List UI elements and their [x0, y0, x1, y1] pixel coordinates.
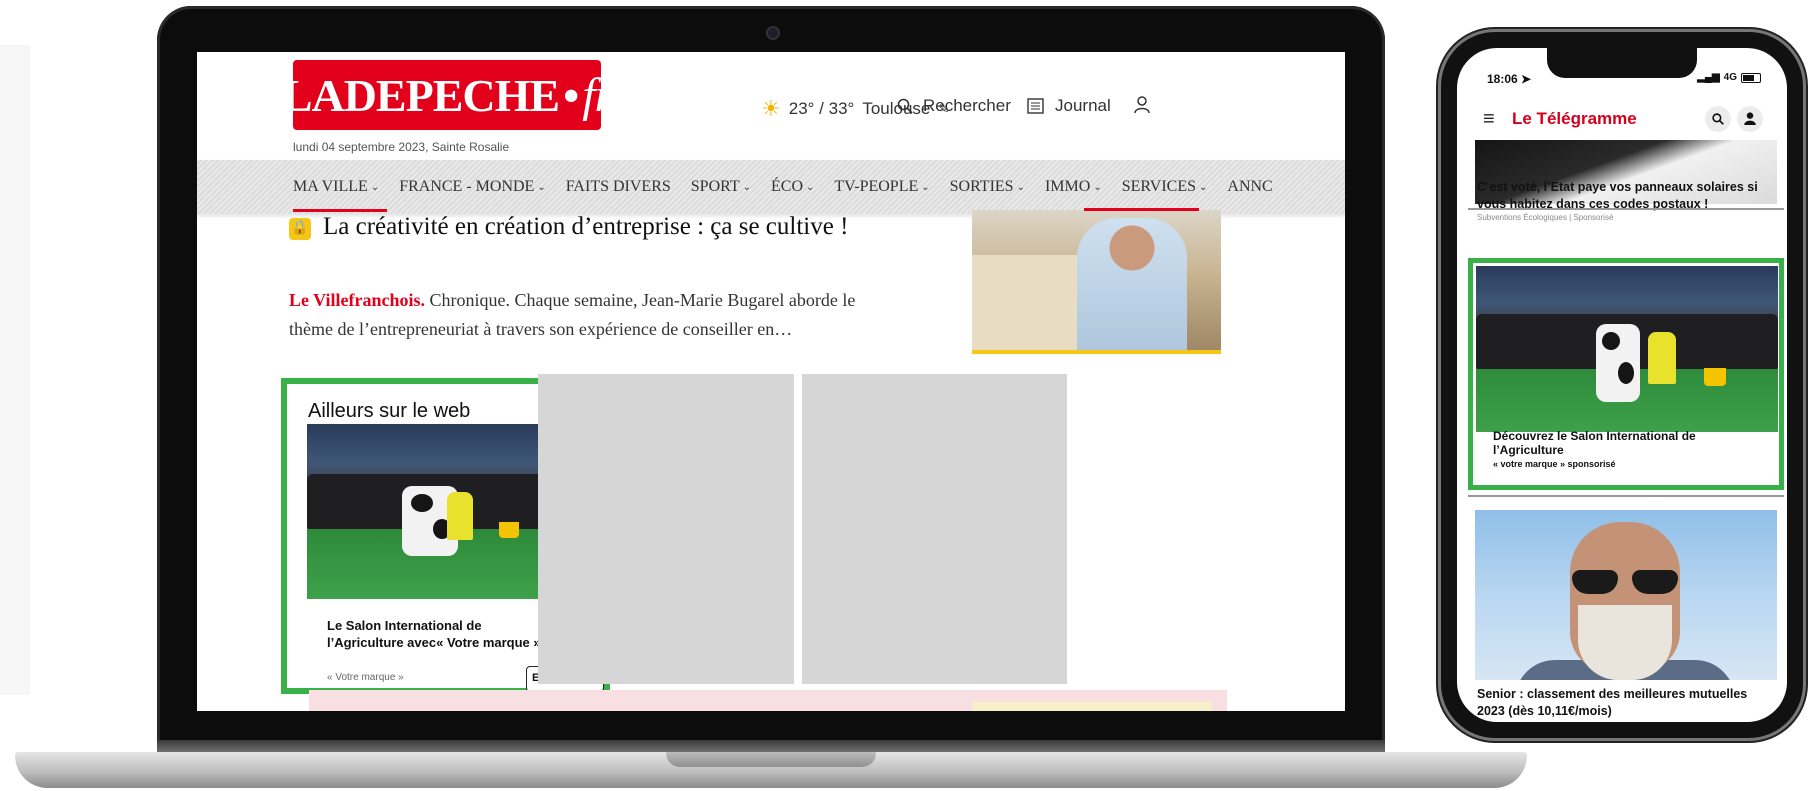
nav-item-sport[interactable]: SPORT ⌄	[691, 178, 751, 196]
article-excerpt: Le Villefranchois. Chronique. Chaque sem…	[289, 286, 859, 344]
handler-figure	[1648, 332, 1676, 384]
banner-strip-accent	[972, 702, 1212, 711]
handler-figure	[447, 492, 473, 540]
search-icon[interactable]	[1705, 106, 1731, 132]
sponsored-ad-card[interactable]: Découvrez le Salon International de l’Ag…	[1468, 258, 1784, 490]
phone-notch	[1547, 48, 1697, 78]
search-label: Rechercher	[923, 96, 1011, 115]
laptop-screen: LADEPECHE • fr lundi 04 septembre 2023, …	[197, 52, 1345, 711]
photo-person	[1077, 218, 1187, 350]
cow-spot	[1618, 362, 1634, 384]
article-title[interactable]: 🔒 La créativité en création d’entreprise …	[289, 210, 889, 244]
laptop-camera	[766, 26, 780, 40]
photo-building	[972, 255, 1082, 350]
nav-item-sorties[interactable]: SORTIES ⌄	[950, 178, 1025, 196]
sun-icon: ☀	[761, 96, 781, 121]
chevron-down-icon: ⌄	[1016, 181, 1025, 193]
newspaper-icon	[1027, 98, 1044, 114]
chevron-down-icon: ⌄	[370, 181, 380, 193]
nav-label: TV-PEOPLE	[834, 178, 919, 195]
ad-title[interactable]: Découvrez le Salon International de l’Ag…	[1493, 429, 1753, 457]
divider	[1468, 208, 1784, 210]
bucket-shape	[1704, 368, 1726, 386]
user-icon	[1134, 96, 1150, 114]
nav-item-immo[interactable]: IMMO ⌄	[1045, 178, 1102, 196]
network-label: 4G	[1723, 72, 1737, 83]
article-source[interactable]: Le Villefranchois.	[289, 290, 425, 310]
article-image-senior[interactable]	[1475, 510, 1777, 680]
cow-spot	[1602, 332, 1620, 350]
nav-item-faits-divers[interactable]: FAITS DIVERS	[566, 178, 671, 196]
logo-suffix: fr	[582, 68, 613, 122]
article-sub: Subventions Écologiques | Sponsorisé	[1477, 213, 1614, 222]
article-text[interactable]: Senior : classement des meilleures mutue…	[1477, 686, 1777, 720]
divider	[1468, 495, 1784, 497]
nav-label: IMMO	[1044, 178, 1091, 195]
article-title-text: La créativité en création d’entreprise :…	[323, 213, 849, 240]
nav-item-services[interactable]: SERVICES ⌄	[1122, 178, 1208, 196]
chevron-down-icon: ⌄	[1199, 181, 1208, 193]
location-arrow-icon: ➤	[1521, 72, 1532, 86]
nav-item-tv-people[interactable]: TV-PEOPLE ⌄	[834, 178, 929, 196]
man-sunglasses	[1572, 570, 1678, 596]
search-button[interactable]: Rechercher	[897, 96, 1011, 116]
laptop-notch	[666, 752, 876, 767]
app-logo[interactable]: Le Télégramme	[1512, 109, 1637, 129]
logo-main: LADEPECHE	[281, 69, 560, 121]
ad-image-cattle-show[interactable]	[1476, 266, 1778, 432]
battery-icon	[1741, 72, 1761, 83]
nav-item-eco[interactable]: ÉCO ⌄	[771, 178, 814, 196]
date-line: lundi 04 septembre 2023, Sainte Rosalie	[293, 140, 510, 154]
journal-button[interactable]: Journal	[1027, 96, 1111, 116]
nav-label: ANNC	[1227, 178, 1273, 195]
status-indicators: ▂▄▆ 4G	[1697, 72, 1761, 83]
nav-label: ÉCO	[771, 178, 803, 195]
ladepeche-logo[interactable]: LADEPECHE • fr	[282, 60, 613, 130]
nav-label: MA VILLE	[293, 178, 368, 195]
account-button[interactable]	[1134, 96, 1150, 114]
signal-icon: ▂▄▆	[1697, 72, 1720, 83]
nav-item-ma-ville[interactable]: MA VILLE ⌄	[293, 178, 379, 196]
photo-accent-bar	[1084, 208, 1199, 211]
search-icon	[897, 98, 913, 114]
status-time-text: 18:06	[1487, 72, 1518, 86]
left-edge-panel	[0, 45, 30, 695]
ad-brand: « Votre marque »	[327, 672, 404, 683]
chevron-down-icon: ⌄	[742, 181, 751, 193]
cow-spot	[411, 494, 433, 512]
nav-item-france-monde[interactable]: FRANCE - MONDE ⌄	[399, 178, 546, 196]
nav-item-annonces[interactable]: ANNC	[1227, 178, 1272, 196]
chevron-down-icon: ⌄	[1093, 181, 1102, 193]
user-icon[interactable]	[1737, 106, 1763, 132]
nav-label: SERVICES	[1121, 178, 1196, 195]
bucket-shape	[499, 522, 519, 538]
menu-icon[interactable]: ≡	[1483, 108, 1495, 131]
chevron-down-icon: ⌄	[806, 181, 815, 193]
weather-temps: 23° / 33°	[788, 99, 855, 118]
nav-label: FRANCE - MONDE	[399, 178, 535, 195]
ad-heading: Ailleurs sur le web	[308, 400, 471, 422]
nav-label: SORTIES	[949, 178, 1014, 195]
status-time: 18:06 ➤	[1487, 72, 1531, 86]
lock-icon: 🔒	[289, 218, 311, 240]
man-beard	[1578, 605, 1672, 680]
nav-label: SPORT	[690, 178, 740, 195]
nav-label: FAITS DIVERS	[565, 178, 671, 195]
article-photo[interactable]	[972, 210, 1221, 354]
journal-label: Journal	[1055, 96, 1111, 115]
logo-dot: •	[563, 69, 579, 121]
ad-placeholder	[802, 374, 1067, 684]
chevron-down-icon: ⌄	[921, 181, 930, 193]
ad-brand: « votre marque » sponsorisé	[1493, 459, 1616, 469]
ad-placeholder	[538, 374, 794, 684]
main-nav: MA VILLE ⌄ FRANCE - MONDE ⌄ FAITS DIVERS S…	[197, 160, 1345, 214]
chevron-down-icon: ⌄	[537, 181, 546, 193]
phone-screen: 18:06 ➤ ▂▄▆ 4G ≡ Le Télégramme C’est vot…	[1457, 48, 1787, 722]
